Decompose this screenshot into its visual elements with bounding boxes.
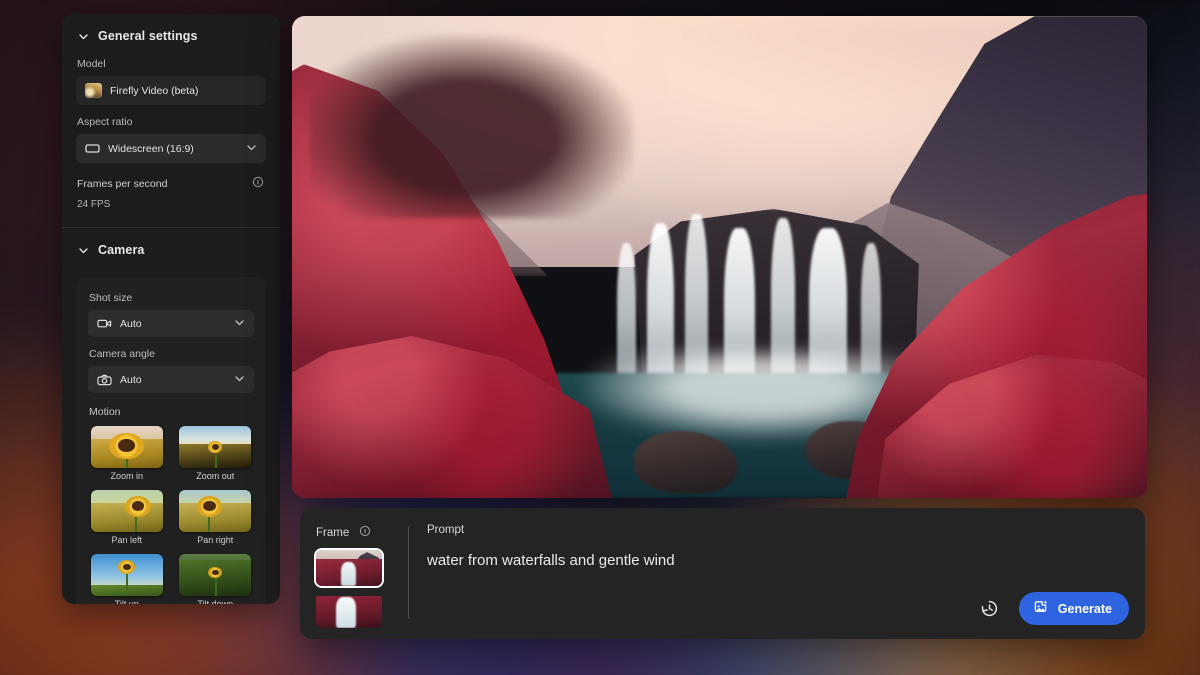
motion-presets-grid: Zoom in Zoom out Pan left	[88, 426, 254, 604]
chevron-down-icon	[78, 245, 89, 256]
aspect-ratio-icon	[85, 143, 100, 154]
fps-value: 24 FPS	[77, 199, 266, 210]
frame-column: Frame	[300, 508, 394, 639]
motion-label: Motion	[89, 406, 254, 418]
frame-thumbnail-2[interactable]	[316, 592, 382, 628]
scene-tree-canopy	[309, 35, 634, 218]
info-icon[interactable]	[252, 175, 264, 193]
camera-angle-value: Auto	[120, 374, 226, 386]
shot-size-label: Shot size	[89, 292, 254, 304]
settings-sidebar: General settings Model Firefly Video (be…	[62, 14, 280, 604]
history-clock-icon[interactable]	[977, 596, 1003, 622]
model-value: Firefly Video (beta)	[110, 85, 257, 97]
motion-caption: Tilt up	[115, 599, 139, 604]
photo-camera-icon	[97, 374, 112, 386]
motion-preset-tilt-up[interactable]: Tilt up	[88, 554, 166, 604]
general-settings-body: Model Firefly Video (beta) Aspect ratio …	[62, 58, 280, 210]
camera-angle-label: Camera angle	[89, 348, 254, 360]
generate-button-label: Generate	[1058, 602, 1112, 616]
chevron-down-icon	[234, 317, 245, 331]
prompt-actions: Generate	[977, 592, 1129, 625]
motion-thumbnail	[91, 490, 163, 532]
fps-label: Frames per second	[77, 178, 167, 190]
model-selector[interactable]: Firefly Video (beta)	[76, 76, 266, 105]
camera-section-header[interactable]: Camera	[62, 228, 280, 268]
chevron-down-icon	[78, 31, 89, 42]
motion-caption: Zoom in	[110, 471, 143, 481]
generated-video-preview[interactable]	[292, 16, 1147, 498]
camera-settings-card: Shot size Auto Camera angle Auto Motion	[76, 277, 266, 604]
frame-thumbnail-list	[316, 550, 394, 628]
chevron-down-icon	[234, 373, 245, 387]
motion-preset-zoom-out[interactable]: Zoom out	[177, 426, 255, 481]
fps-row: Frames per second	[76, 175, 266, 193]
motion-preset-pan-left[interactable]: Pan left	[88, 490, 166, 545]
info-icon[interactable]	[359, 524, 371, 542]
general-settings-title: General settings	[98, 29, 198, 43]
motion-preset-zoom-in[interactable]: Zoom in	[88, 426, 166, 481]
motion-caption: Zoom out	[196, 471, 234, 481]
motion-thumbnail	[91, 554, 163, 596]
generate-button[interactable]: Generate	[1019, 592, 1129, 625]
prompt-bar: Frame Prompt	[300, 508, 1145, 639]
model-label: Model	[77, 58, 266, 70]
prompt-column: Prompt Generate	[409, 508, 1145, 639]
shot-size-value: Auto	[120, 318, 226, 330]
motion-thumbnail	[179, 426, 251, 468]
aspect-ratio-label: Aspect ratio	[77, 116, 266, 128]
motion-thumbnail	[91, 426, 163, 468]
frame-thumbnail-1[interactable]	[316, 550, 382, 586]
frame-label: Frame	[316, 527, 349, 539]
video-camera-icon	[97, 318, 112, 329]
motion-caption: Pan right	[197, 535, 233, 545]
prompt-label: Prompt	[427, 524, 1131, 536]
model-thumbnail-icon	[85, 83, 102, 98]
prompt-input[interactable]	[427, 550, 1131, 571]
motion-thumbnail	[179, 554, 251, 596]
motion-preset-tilt-down[interactable]: Tilt down	[177, 554, 255, 604]
motion-thumbnail	[179, 490, 251, 532]
preview-scene	[292, 16, 1147, 498]
aspect-ratio-value: Widescreen (16:9)	[108, 143, 238, 155]
frame-header: Frame	[316, 524, 394, 542]
shot-size-selector[interactable]: Auto	[88, 310, 254, 337]
general-settings-header[interactable]: General settings	[62, 14, 280, 54]
chevron-down-icon	[246, 142, 257, 156]
camera-section-title: Camera	[98, 243, 144, 257]
motion-preset-pan-right[interactable]: Pan right	[177, 490, 255, 545]
generate-sparkle-image-icon	[1033, 599, 1050, 619]
aspect-ratio-selector[interactable]: Widescreen (16:9)	[76, 134, 266, 163]
motion-caption: Pan left	[111, 535, 142, 545]
scene-foliage-lower-left	[292, 324, 617, 498]
motion-caption: Tilt down	[197, 599, 233, 604]
camera-angle-selector[interactable]: Auto	[88, 366, 254, 393]
